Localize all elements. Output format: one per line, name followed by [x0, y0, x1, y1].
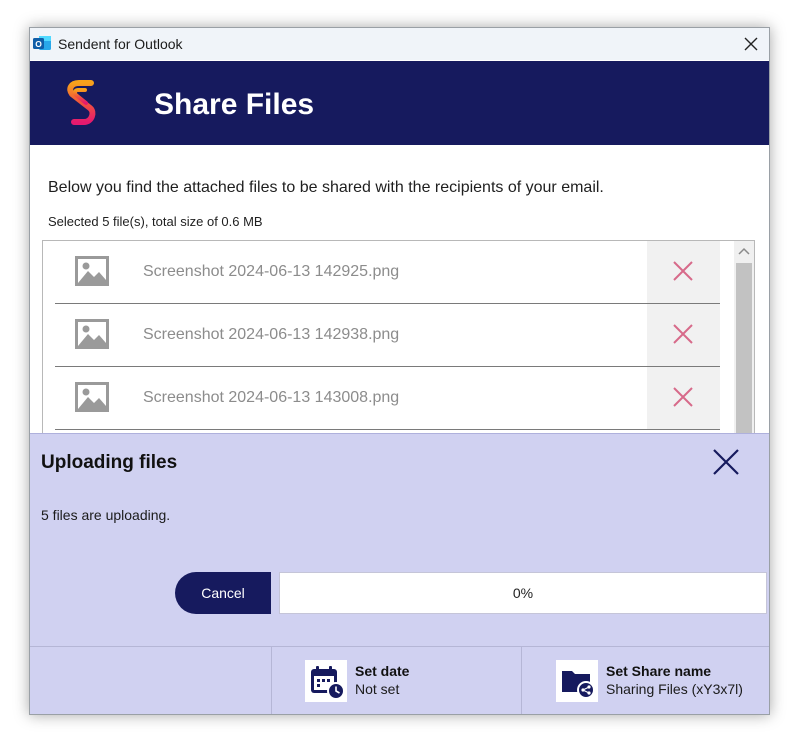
file-list-scrollbar[interactable]	[734, 241, 754, 441]
outlook-icon: O	[33, 36, 51, 50]
set-date-label: Set date	[355, 663, 410, 679]
close-icon	[673, 387, 693, 407]
calendar-clock-icon	[305, 660, 347, 702]
set-share-name-label: Set Share name	[606, 663, 712, 679]
close-icon	[673, 324, 693, 344]
close-icon	[673, 261, 693, 281]
title-bar: O Sendent for Outlook	[30, 28, 769, 60]
intro-text: Below you find the attached files to be …	[48, 179, 604, 196]
file-row: Screenshot 2024-06-13 143008.png	[55, 367, 720, 430]
remove-file-button[interactable]	[647, 367, 720, 429]
image-file-icon	[75, 319, 109, 349]
share-options-bar: Set date Not set Set Share name Sharing …	[30, 646, 769, 714]
window-title: Sendent for Outlook	[58, 36, 183, 52]
upload-panel: Uploading files 5 files are uploading. C…	[30, 433, 769, 714]
close-upload-icon[interactable]	[711, 447, 741, 477]
set-share-name-value: Sharing Files (xY3x7l)	[606, 681, 743, 697]
image-file-icon	[75, 382, 109, 412]
divider	[271, 647, 272, 714]
banner-title: Share Files	[154, 88, 315, 121]
file-list: Screenshot 2024-06-13 142925.png Screens…	[42, 240, 755, 442]
upload-status: 5 files are uploading.	[41, 507, 171, 523]
window-close-icon[interactable]	[739, 32, 763, 56]
scrollbar-thumb[interactable]	[736, 263, 752, 441]
folder-share-icon	[556, 660, 598, 702]
sendent-logo	[67, 80, 96, 125]
divider	[521, 647, 522, 714]
file-row: Screenshot 2024-06-13 142925.png	[55, 241, 720, 304]
image-file-icon	[75, 256, 109, 286]
sendent-dialog: O Sendent for Outlook Share Files Below …	[29, 27, 770, 715]
set-date-value: Not set	[355, 681, 400, 697]
set-date-option[interactable]: Set date Not set	[305, 660, 515, 704]
file-name: Screenshot 2024-06-13 142925.png	[143, 263, 400, 280]
remove-file-button[interactable]	[647, 304, 720, 366]
file-row: Screenshot 2024-06-13 142938.png	[55, 304, 720, 367]
file-name: Screenshot 2024-06-13 142938.png	[143, 326, 400, 343]
upload-progress-bar: 0%	[279, 572, 767, 614]
scroll-up-icon[interactable]	[738, 247, 750, 255]
set-share-name-option[interactable]: Set Share name Sharing Files (xY3x7l)	[556, 660, 756, 704]
progress-percent: 0%	[512, 585, 534, 601]
cancel-upload-button[interactable]: Cancel	[175, 572, 271, 614]
remove-file-button[interactable]	[647, 241, 720, 303]
selection-summary: Selected 5 file(s), total size of 0.6 MB	[48, 214, 263, 229]
file-name: Screenshot 2024-06-13 143008.png	[143, 389, 400, 406]
header-banner: Share Files	[30, 61, 769, 145]
upload-title: Uploading files	[41, 452, 178, 473]
svg-text:O: O	[35, 39, 42, 49]
